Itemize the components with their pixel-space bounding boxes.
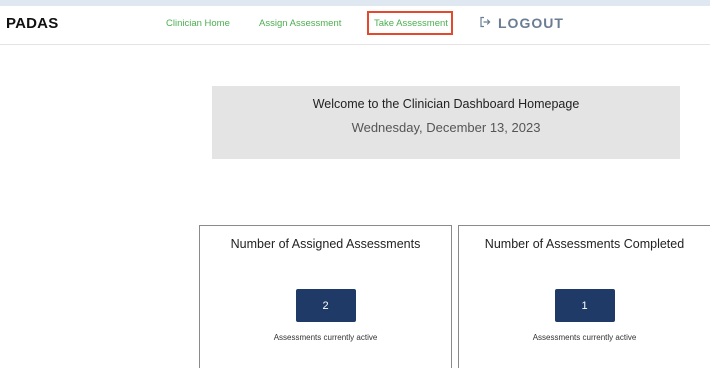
card-title: Number of Assigned Assessments — [230, 237, 421, 251]
welcome-title: Welcome to the Clinician Dashboard Homep… — [312, 97, 580, 111]
nav-clinician-home[interactable]: Clinician Home — [166, 18, 230, 29]
card-title: Number of Assessments Completed — [484, 237, 685, 251]
welcome-date: Wednesday, December 13, 2023 — [351, 120, 541, 135]
logout-label: LOGOUT — [498, 15, 564, 31]
welcome-banner: Welcome to the Clinician Dashboard Homep… — [212, 86, 680, 159]
nav-take-assessment[interactable]: Take Assessment — [374, 18, 448, 29]
brand-logo: PADAS — [6, 15, 59, 32]
logout-button[interactable]: LOGOUT — [479, 15, 564, 31]
logout-icon — [479, 15, 498, 31]
nav-assign-assessment[interactable]: Assign Assessment — [259, 18, 341, 29]
completed-assessments-card: Number of Assessments Completed 1 Assess… — [458, 225, 710, 368]
navbar: PADAS Clinician Home Assign Assessment T… — [0, 6, 710, 45]
completed-count-button[interactable]: 1 — [554, 289, 615, 322]
assigned-count-button[interactable]: 2 — [295, 289, 356, 322]
card-subtitle: Assessments currently active — [273, 333, 378, 342]
assigned-assessments-card: Number of Assigned Assessments 2 Assessm… — [199, 225, 452, 368]
card-subtitle: Assessments currently active — [532, 333, 637, 342]
